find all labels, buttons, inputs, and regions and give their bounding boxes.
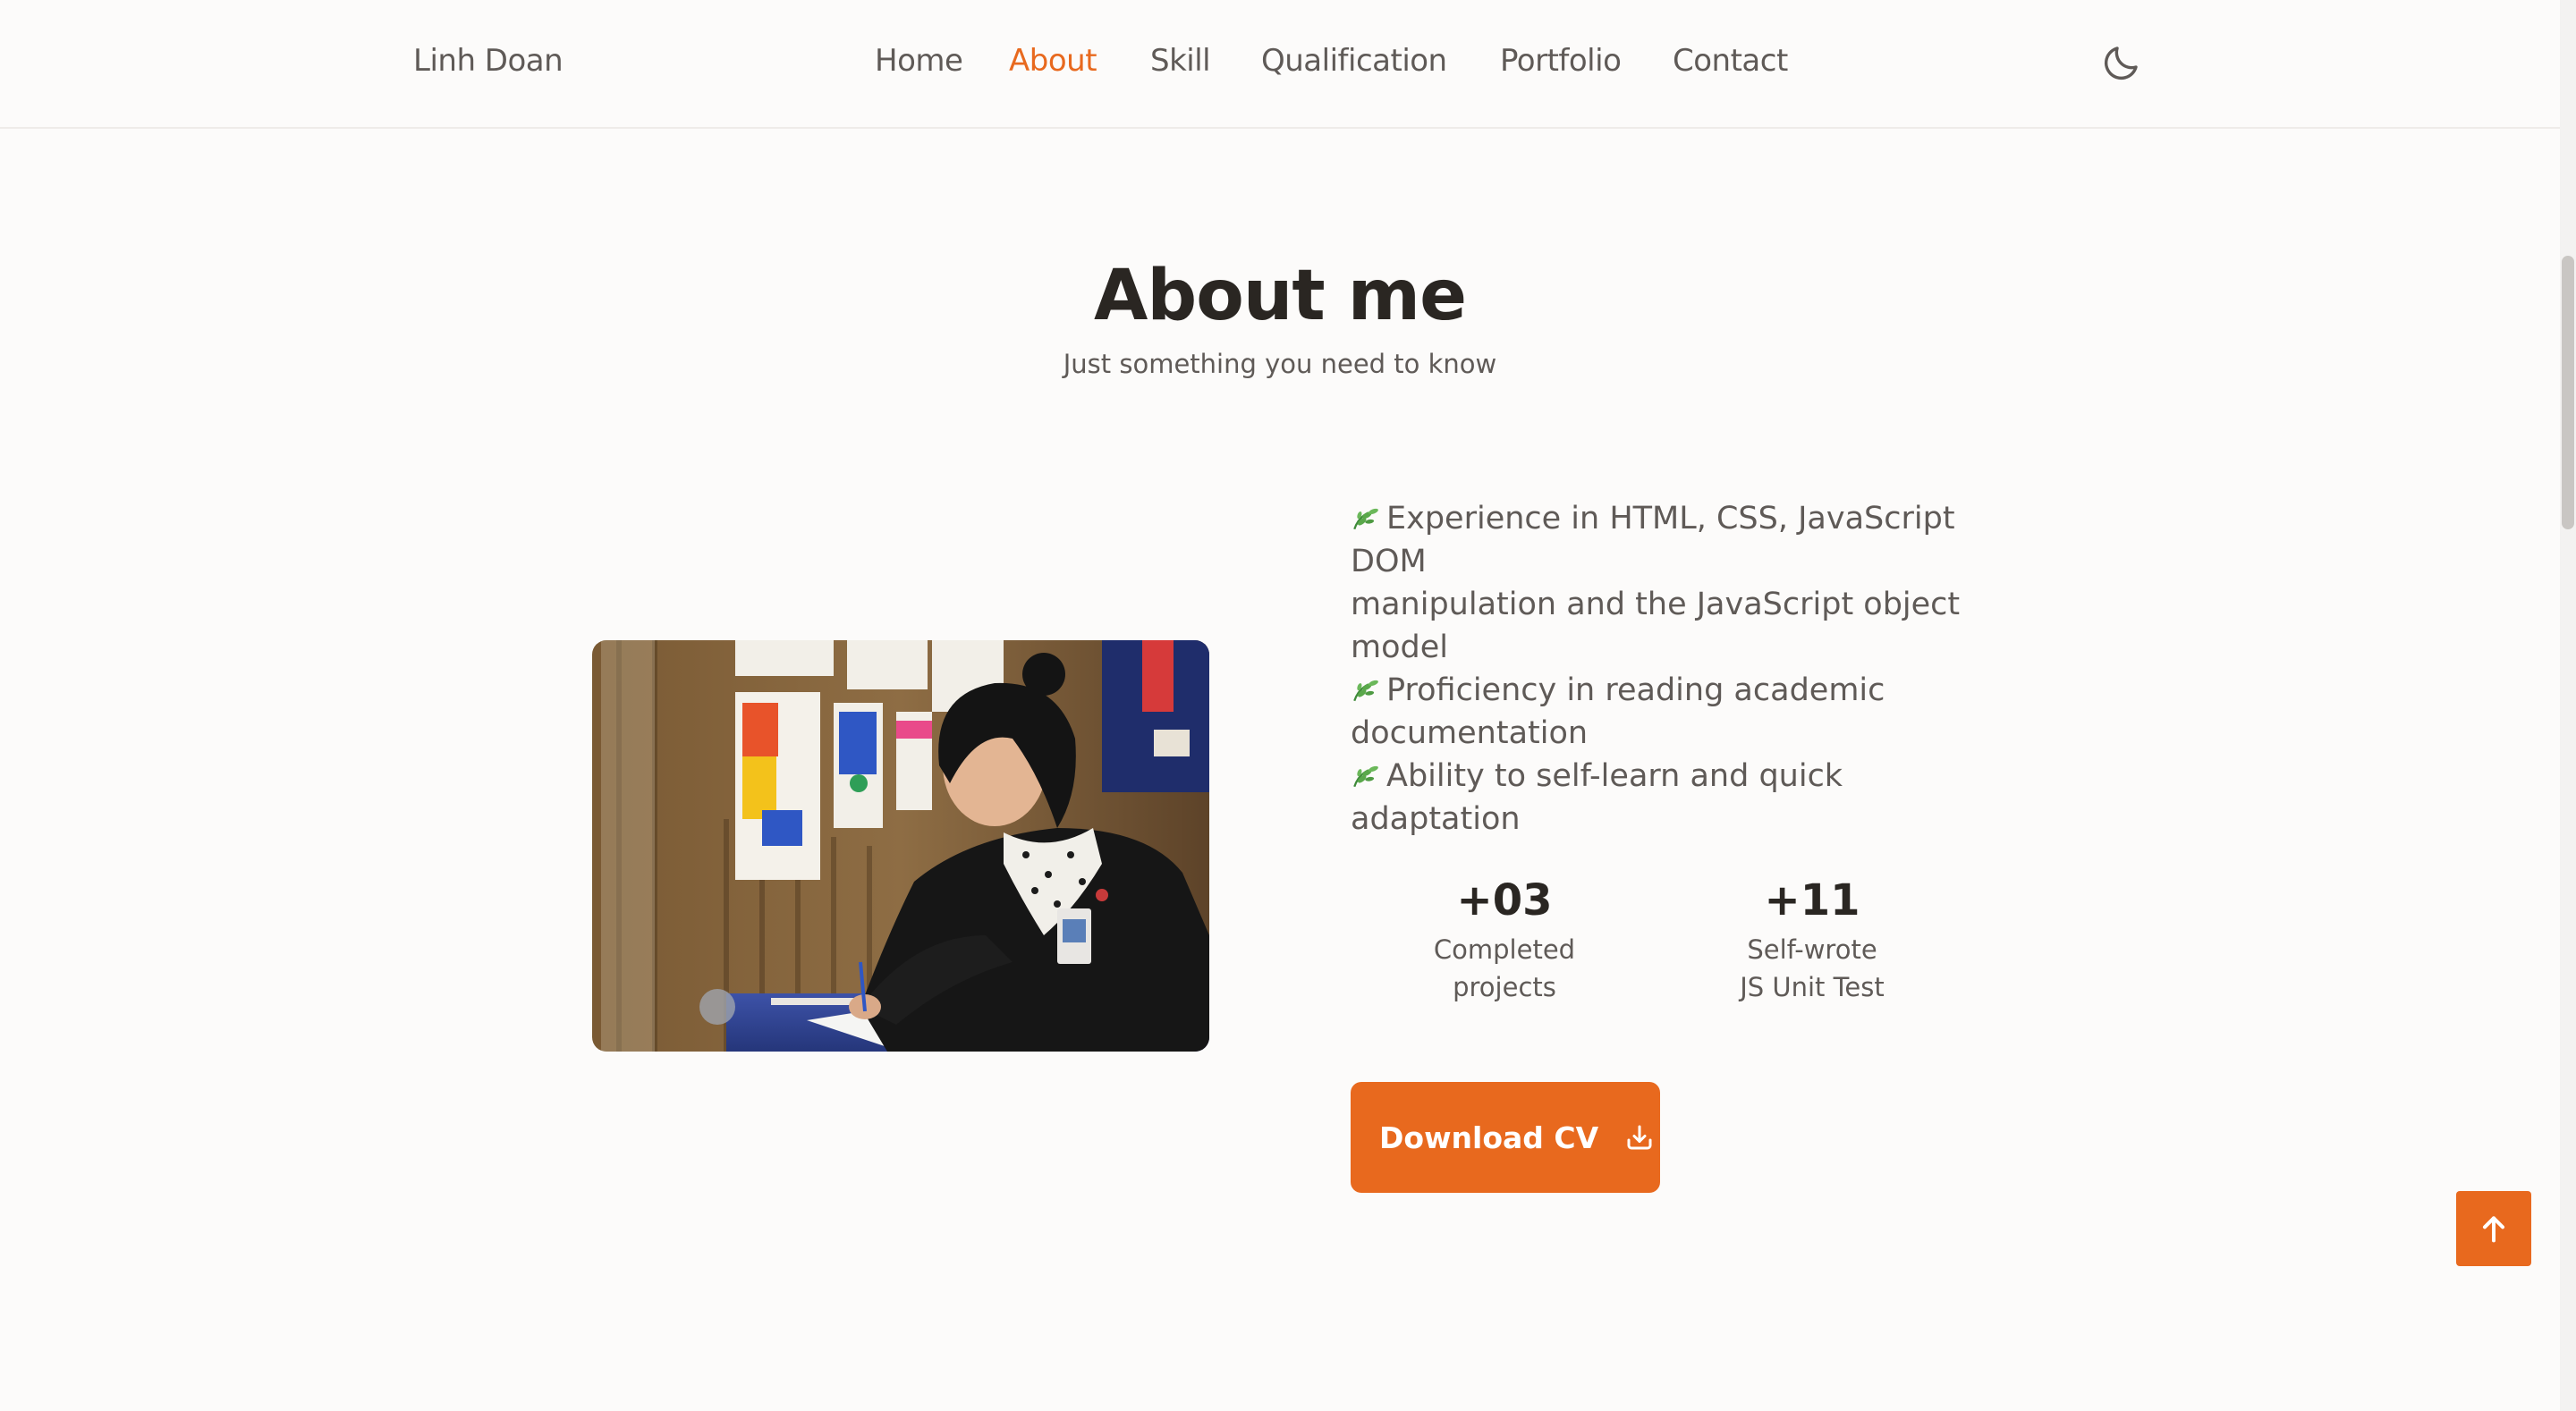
stat-value: +03 [1456,875,1553,925]
leaf-icon [1353,765,1378,788]
moon-icon[interactable] [2100,41,2143,84]
bullet-line: manipulation and the JavaScript object [1351,587,1961,622]
scrollbar-thumb[interactable] [2562,256,2574,529]
about-description: Experience in HTML, CSS, JavaScript DOM … [1351,497,1995,841]
bullet-line: documentation [1351,715,1589,751]
profile-photo [592,640,1209,1052]
download-icon [1627,1125,1652,1150]
nav-portfolio[interactable]: Portfolio [1500,43,1622,79]
site-header: Linh Doan Home About Skill Qualification… [0,0,2560,129]
bullet-line: Proficiency in reading academic [1351,669,1995,712]
bullet-line: adaptation [1351,801,1521,837]
section-subtitle: Just something you need to know [1063,349,1497,379]
nav-skill[interactable]: Skill [1150,43,1211,79]
stat-completed-projects: +03 Completed projects [1388,874,1621,1006]
bullet-line: Ability to self-learn and quick [1351,755,1995,798]
nav-qualification[interactable]: Qualification [1261,43,1447,79]
main-nav: Home About Skill Qualification Portfolio… [0,43,2560,88]
stat-unit-tests: +11 Self-wrote JS Unit Test [1696,874,1928,1006]
download-cv-label: Download CV [1379,1120,1599,1155]
nav-contact[interactable]: Contact [1673,43,1788,79]
stat-label: Self-wrote JS Unit Test [1740,934,1885,1002]
download-cv-button[interactable]: Download CV [1351,1082,1660,1193]
arrow-up-icon [2483,1216,2504,1243]
section-title: About me [1094,256,1467,336]
scroll-up-button[interactable] [2456,1191,2531,1266]
scrollbar-track[interactable] [2560,0,2576,1411]
bullet-line: Experience in HTML, CSS, JavaScript DOM [1351,501,1955,579]
leaf-icon [1353,680,1378,702]
bullet-line: model [1351,629,1448,665]
stat-label: Completed projects [1433,934,1576,1002]
leaf-icon [1353,508,1378,530]
nav-home[interactable]: Home [875,43,963,79]
stat-value: +11 [1764,875,1860,925]
nav-about[interactable]: About [1009,43,1097,79]
